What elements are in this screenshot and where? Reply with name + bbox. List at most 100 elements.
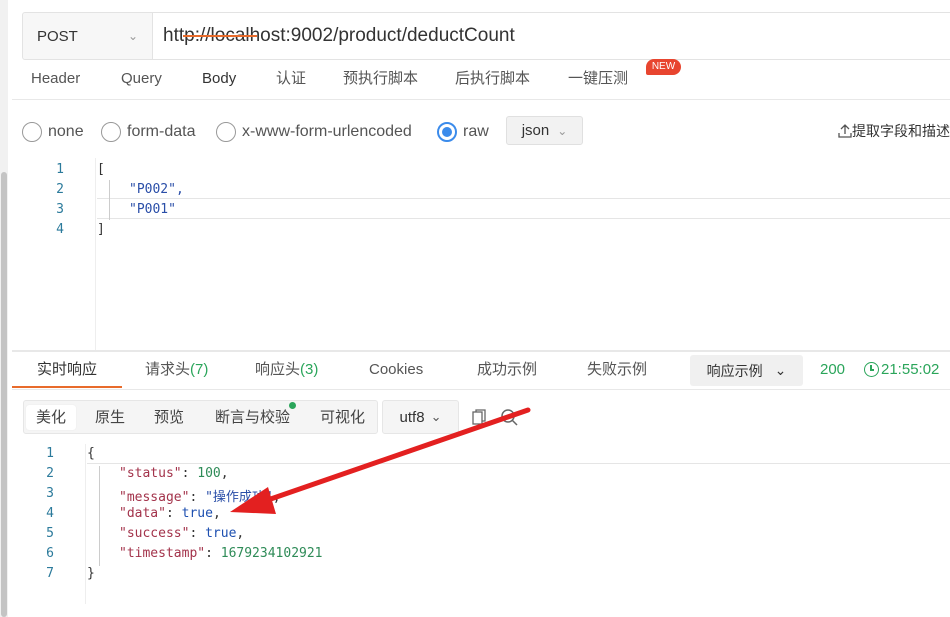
- radio-circle-checked: [437, 122, 457, 142]
- json-key: "message": [119, 490, 190, 505]
- tab-label: 请求头: [145, 361, 191, 378]
- current-line-highlight: [87, 444, 950, 464]
- tab-query[interactable]: Query: [121, 62, 162, 100]
- chevron-down-icon: ⌄: [127, 29, 138, 43]
- radio-label: raw: [463, 123, 489, 140]
- code-line: [: [97, 162, 105, 177]
- radio-form-data[interactable]: form-data: [101, 122, 195, 142]
- line-number: 2: [56, 182, 64, 197]
- chevron-down-icon: ⌄: [430, 409, 442, 424]
- clock-icon: [864, 362, 879, 377]
- json-value: "操作成功": [205, 490, 273, 505]
- request-tabs: Header Query Body 认证 预执行脚本 后执行脚本 一键压测: [12, 62, 950, 100]
- tab-header[interactable]: Header: [31, 62, 80, 100]
- line-number: 5: [46, 526, 54, 541]
- encoding-label: utf8: [399, 408, 425, 426]
- tab-response-headers[interactable]: 响应头(3): [255, 352, 318, 388]
- count-badge: (7): [190, 361, 209, 378]
- radio-circle: [101, 122, 121, 142]
- format-label: json: [521, 122, 550, 139]
- response-body-viewer[interactable]: 1 2 3 4 5 6 7 { "status": 100, "message"…: [12, 444, 950, 604]
- code-line: "timestamp": 1679234102921: [119, 546, 323, 561]
- time-label: 21:55:02: [881, 361, 940, 378]
- line-number: 4: [56, 222, 64, 237]
- select-label: 响应示例: [706, 362, 763, 379]
- tab-label: 响应头: [255, 361, 301, 378]
- active-tab-indicator: [183, 35, 257, 37]
- chevron-down-icon: ⌄: [557, 123, 568, 138]
- line-number: 1: [56, 162, 64, 177]
- view-mode-switch: 美化 原生 预览 断言与校验 可视化: [23, 400, 378, 434]
- radio-label: x-www-form-urlencoded: [242, 123, 412, 140]
- tab-body[interactable]: Body: [202, 62, 236, 100]
- line-number: 2: [46, 466, 54, 481]
- method-select[interactable]: POST ⌄: [23, 13, 153, 59]
- line-number: 3: [56, 202, 64, 217]
- body-type-radios: none form-data x-www-form-urlencoded raw: [22, 116, 950, 150]
- radio-circle: [22, 122, 42, 142]
- url-bar: POST ⌄: [22, 12, 950, 60]
- copy-icon[interactable]: [472, 409, 486, 425]
- tab-request-headers[interactable]: 请求头(7): [145, 352, 208, 388]
- json-value: 100: [197, 466, 221, 481]
- new-badge: NEW: [646, 59, 681, 75]
- tab-success-example[interactable]: 成功示例: [477, 352, 537, 388]
- extract-fields-button[interactable]: 提取字段和描述: [838, 121, 950, 141]
- json-value: true: [205, 526, 237, 541]
- status-code: 200: [820, 361, 846, 378]
- encoding-select[interactable]: utf8 ⌄: [382, 400, 459, 434]
- radio-urlencoded[interactable]: x-www-form-urlencoded: [216, 122, 412, 142]
- code-line: "P001": [129, 202, 176, 217]
- view-raw[interactable]: 原生: [85, 405, 135, 430]
- radio-raw[interactable]: raw: [437, 122, 489, 142]
- line-number: 3: [46, 486, 54, 501]
- view-pretty[interactable]: 美化: [26, 405, 77, 430]
- tab-auth[interactable]: 认证: [276, 62, 306, 100]
- format-select[interactable]: json ⌄: [506, 116, 583, 145]
- json-key: "timestamp": [119, 546, 206, 561]
- count-badge: (3): [300, 361, 319, 378]
- json-key: "success": [119, 526, 190, 541]
- code-line: "data": true,: [119, 506, 221, 521]
- indent-guide: [109, 180, 110, 220]
- tab-cookies[interactable]: Cookies: [369, 352, 423, 388]
- tab-post-script[interactable]: 后执行脚本: [455, 62, 530, 100]
- code-line: {: [87, 446, 95, 461]
- tab-realtime-response[interactable]: 实时响应: [37, 352, 97, 388]
- radio-none[interactable]: none: [22, 122, 84, 142]
- left-scrollbar-thumb[interactable]: [1, 172, 7, 617]
- code-line: ]: [97, 222, 105, 237]
- json-value: true: [181, 506, 213, 521]
- radio-label: form-data: [127, 123, 196, 140]
- status-dot: [289, 402, 296, 409]
- json-key: "status": [119, 466, 182, 481]
- tab-pre-script[interactable]: 预执行脚本: [343, 62, 418, 100]
- search-icon[interactable]: [500, 408, 518, 426]
- radio-label: none: [48, 123, 84, 140]
- url-input[interactable]: [153, 13, 950, 59]
- response-time: 21:55:02: [864, 361, 939, 378]
- indent-guide: [99, 466, 100, 566]
- extract-label: 提取字段和描述: [852, 123, 950, 139]
- tab-load-test[interactable]: 一键压测: [568, 62, 628, 100]
- code-line: "P002",: [129, 182, 184, 197]
- chevron-down-icon: ⌄: [774, 362, 787, 378]
- code-line: "message": "操作成功",: [119, 490, 281, 505]
- request-body-editor[interactable]: 1 2 3 4 [ "P002", "P001" ]: [12, 158, 950, 350]
- line-number: 4: [46, 506, 54, 521]
- json-value: 1679234102921: [220, 546, 323, 561]
- code-line: "success": true,: [119, 526, 245, 541]
- tab-fail-example[interactable]: 失败示例: [587, 352, 647, 388]
- active-tab-indicator: [12, 386, 122, 388]
- line-number: 1: [46, 446, 54, 461]
- line-number: 7: [46, 566, 54, 581]
- view-preview[interactable]: 预览: [144, 405, 194, 430]
- upload-icon: [838, 124, 852, 138]
- view-assertions[interactable]: 断言与校验: [205, 405, 300, 430]
- code-line: }: [87, 566, 95, 581]
- code-line: "status": 100,: [119, 466, 229, 481]
- response-example-select[interactable]: 响应示例 ⌄: [690, 355, 803, 386]
- response-tabs: 实时响应 请求头(7) 响应头(3) Cookies 成功示例 失败示例: [12, 352, 950, 390]
- view-visualize[interactable]: 可视化: [310, 405, 375, 430]
- line-number: 6: [46, 546, 54, 561]
